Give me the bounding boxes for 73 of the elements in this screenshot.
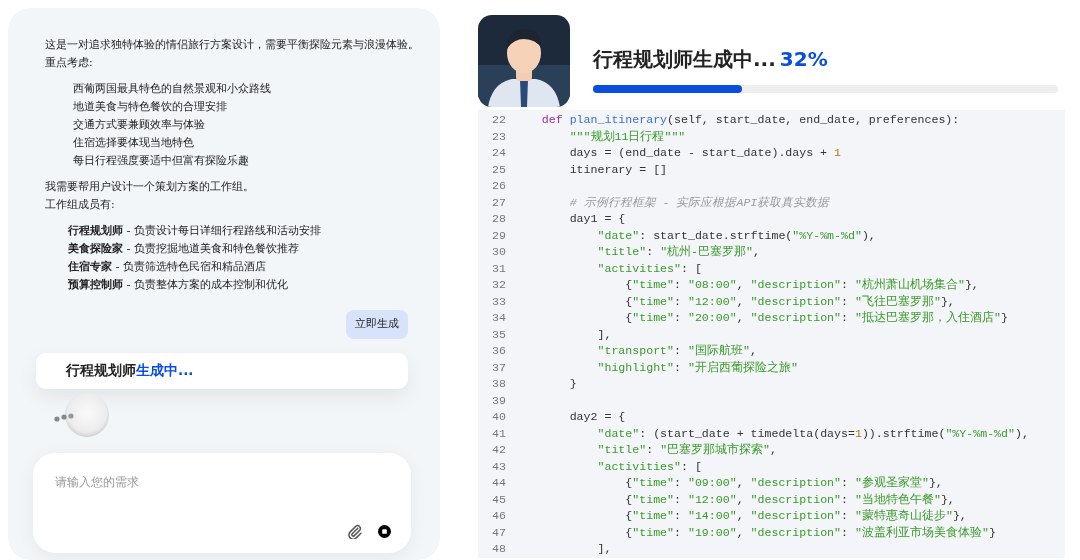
status-text: 行程规划师生成中...	[66, 361, 194, 381]
line-number: 32	[491, 277, 506, 293]
member-item: 行程规划师 - 负责设计每日详细行程路线和活动安排	[68, 224, 321, 237]
list-item: 地道美食与特色餐饮的合理安排	[73, 100, 227, 113]
code-line: "title": "巴塞罗那城市探索",	[596, 442, 777, 458]
line-number: 43	[491, 458, 506, 475]
list-item: 西葡两国最具特色的自然景观和小众路线	[73, 82, 271, 95]
member-item: 预算控制师 - 负责整体方案的成本控制和优化	[68, 278, 288, 291]
code-line: "activities": [	[596, 458, 702, 475]
line-number: 26	[491, 178, 506, 194]
line-number: 47	[491, 524, 506, 541]
progress-title: 行程规划师生成中...	[593, 47, 776, 71]
message-text: 重点考虑:	[45, 56, 93, 69]
member-item: 住宿专家 - 负责筛选特色民宿和精品酒店	[68, 260, 266, 273]
line-number: 42	[491, 442, 506, 458]
code-line: {"time": "08:00", "description": "杭州萧山机场集合"},	[624, 277, 979, 293]
member-item: 美食探险家 - 负责挖掘地道美食和特色餐饮推荐	[68, 242, 299, 255]
line-number: 28	[491, 211, 506, 227]
line-number: 22	[491, 112, 506, 128]
line-number: 37	[491, 359, 506, 376]
code-line: ],	[596, 326, 612, 343]
message-text: 工作组成员有:	[45, 198, 115, 211]
code-line: "highlight": "开启西葡探险之旅"	[596, 359, 798, 376]
line-number: 44	[491, 475, 506, 491]
code-line: days = (end_date - start_date).days + 1	[568, 145, 841, 161]
code-line: day1 = {	[568, 211, 626, 227]
line-number: 41	[491, 425, 506, 442]
code-line: itinerary = []	[568, 161, 668, 178]
line-number: 31	[491, 260, 506, 277]
code-line: {"time": "19:00", "description": "波盖利亚市场美食体验"}	[624, 524, 996, 541]
line-number: 27	[491, 194, 506, 211]
input-box[interactable]: 请输入您的需求	[33, 452, 411, 553]
list-item: 交通方式要兼顾效率与体验	[73, 118, 205, 131]
input-field[interactable]: 请输入您的需求	[53, 470, 391, 517]
line-number: 25	[491, 161, 506, 178]
line-number: 29	[491, 227, 506, 244]
line-number: 36	[491, 343, 506, 359]
code-line: {"time": "12:00", "description": "当地特色午餐"},	[624, 491, 955, 508]
code-line: day2 = {	[568, 409, 626, 425]
stop-icon[interactable]	[378, 525, 391, 538]
user-message[interactable]: 立即生成	[346, 310, 408, 339]
line-number: 34	[491, 310, 506, 326]
line-number: 38	[491, 376, 506, 392]
line-number: 23	[491, 128, 506, 145]
message-text: 我需要帮用户设计一个策划方案的工作组。	[45, 180, 254, 193]
code-line: "date": start_date.strftime("%Y-%m-%d"),	[596, 227, 876, 244]
attachment-icon[interactable]	[347, 524, 362, 539]
code-line: """规划11日行程"""	[568, 128, 686, 145]
code-line: }	[568, 376, 577, 392]
line-number: 40	[491, 409, 506, 425]
line-number: 48	[491, 541, 506, 557]
code-line: def plan_itinerary(self, start_date, end_date, preferences):	[540, 112, 960, 128]
line-number: 45	[491, 491, 506, 508]
code-line: # 示例行程框架 - 实际应根据API获取真实数据	[568, 194, 830, 211]
code-line: ],	[596, 541, 612, 557]
line-number: 33	[491, 293, 506, 310]
code-line: {"time": "20:00", "description": "抵达巴塞罗那，入住酒店"}	[624, 310, 1008, 326]
code-line: {"time": "12:00", "description": "飞往巴塞罗那"},	[624, 293, 955, 310]
line-number: 24	[491, 145, 506, 161]
code-line: "activities": [	[596, 260, 702, 277]
code-line: {"time": "09:00", "description": "参观圣家堂"},	[624, 475, 943, 491]
list-item: 住宿选择要体现当地特色	[73, 136, 194, 149]
line-number: 35	[491, 326, 506, 343]
message-text: 这是一对追求独特体验的情侣旅行方案设计，需要平衡探险元素与浪漫体验。	[45, 38, 419, 51]
code-line: "title": "杭州-巴塞罗那",	[596, 244, 760, 260]
progress-percent: 32%	[779, 47, 828, 71]
list-item: 每日行程强度要适中但富有探险乐趣	[73, 154, 249, 167]
line-number: 46	[491, 508, 506, 524]
code-line: "date": (start_date + timedelta(days=1)).strftime("%Y-%m-%d"),	[596, 425, 1029, 442]
code-line: {"time": "14:00", "description": "蒙特惠奇山徒步"},	[624, 508, 967, 524]
code-line: "transport": "国际航班",	[596, 343, 757, 359]
line-number: 30	[491, 244, 506, 260]
line-number: 39	[491, 392, 506, 409]
